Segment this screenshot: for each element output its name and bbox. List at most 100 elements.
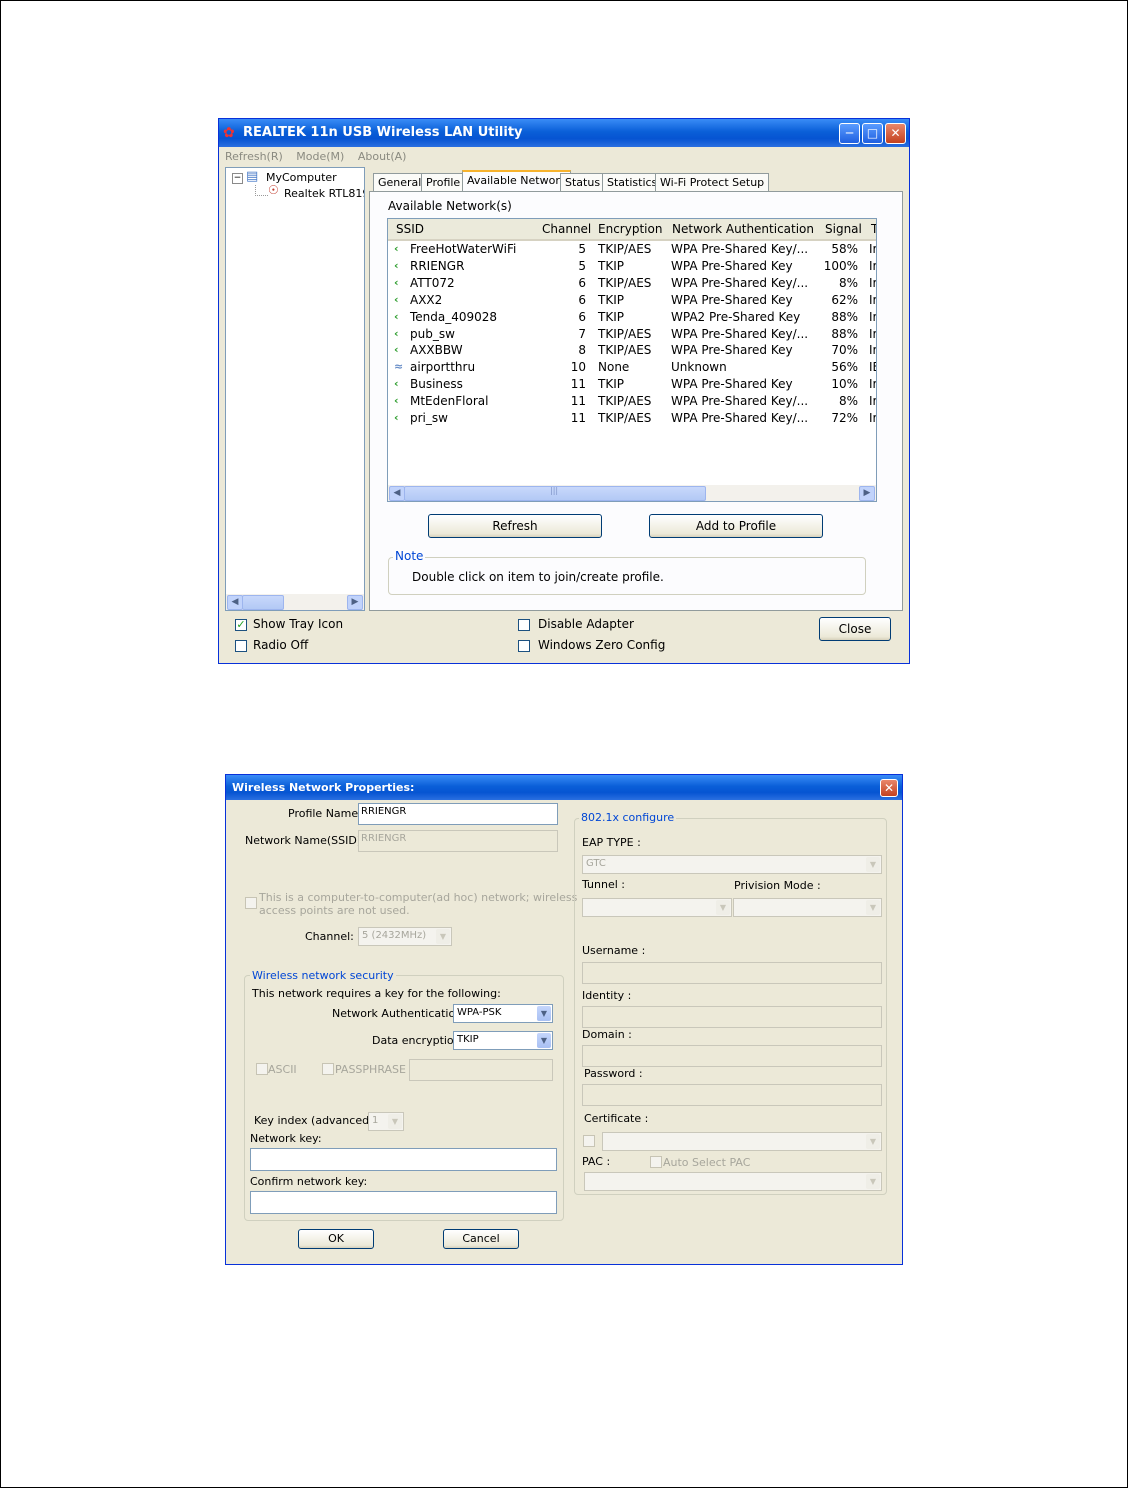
table-row[interactable]: ≈ airportthru 10 None Unknown 56% IE (388, 359, 876, 376)
profile-name-input[interactable]: RRIENGR (358, 803, 558, 825)
list-scroll-thumb[interactable]: ||| (404, 486, 706, 501)
cell-type: Ir (869, 377, 877, 392)
minimize-button[interactable]: ─ (839, 123, 860, 144)
table-row[interactable]: ‹ pub_sw 7 TKIP/AES WPA Pre-Shared Key/... 88… (388, 326, 876, 343)
tree-collapse-icon[interactable]: − (232, 173, 243, 184)
tree-hscrollbar[interactable]: ◀ ▶ (226, 594, 364, 610)
table-row[interactable]: ‹ MtEdenFloral 11 TKIP/AES WPA Pre-Shared Ke… (388, 393, 876, 410)
col-encryption[interactable]: Encryption (598, 222, 662, 236)
cell-signal: 8% (838, 275, 858, 290)
password-label: Password : (584, 1067, 643, 1080)
scroll-right-icon[interactable]: ▶ (859, 486, 875, 501)
tree-child-adapter[interactable]: Realtek RTL8192 (284, 187, 364, 200)
table-row[interactable]: ‹ Tenda_409028 6 TKIP WPA2 Pre-Shared Key 88%… (388, 309, 877, 326)
windows-zero-config-checkbox[interactable] (518, 640, 530, 652)
tree-scroll-thumb[interactable] (242, 595, 284, 610)
tab-general[interactable]: General (373, 173, 427, 191)
tab-statistics[interactable]: Statistics (602, 173, 663, 191)
maximize-icon: □ (866, 126, 879, 140)
adhoc-text-line2: access points are not used. (259, 904, 410, 917)
cell-auth: WPA Pre-Shared Key/... (671, 242, 809, 256)
channel-label: Channel: (305, 930, 354, 943)
disable-adapter-checkbox[interactable] (518, 619, 530, 631)
disable-adapter-label: Disable Adapter (538, 617, 634, 631)
scroll-left-icon[interactable]: ◀ (227, 595, 243, 610)
ok-button[interactable]: OK (298, 1229, 374, 1249)
utility-titlebar[interactable]: ✿ REALTEK 11n USB Wireless LAN Utility (219, 119, 909, 147)
tab-general-label: General (378, 176, 422, 189)
cell-signal: 10% (831, 377, 858, 392)
cell-ssid: FreeHotWaterWiFi (410, 242, 517, 256)
refresh-button[interactable]: Refresh (428, 514, 602, 538)
close-button[interactable]: Close (819, 617, 891, 641)
properties-close-button[interactable]: ✕ (880, 779, 898, 797)
tab-wifi-protect-setup[interactable]: Wi-Fi Protect Setup (655, 173, 770, 191)
cell-ssid: AXX2 (410, 292, 443, 307)
adhoc-text-line1: This is a computer-to-computer(ad hoc) n… (259, 891, 578, 904)
table-row[interactable]: ‹ ATT072 6 TKIP/AES WPA Pre-Shared Key/... 8%… (388, 275, 877, 292)
col-type[interactable]: T (871, 222, 876, 236)
adhoc-checkbox (245, 897, 257, 909)
add-to-profile-button[interactable]: Add to Profile (649, 514, 823, 538)
tab-available-network[interactable]: Available Network (462, 170, 572, 192)
show-tray-icon-checkbox[interactable]: ✓ (235, 619, 247, 631)
scroll-right-icon[interactable]: ▶ (347, 595, 363, 610)
table-row[interactable]: ‹ AXXBBW 8 TKIP/AES WPA Pre-Shared Key 70% Ir (388, 342, 876, 359)
encryption-value: TKIP (457, 1034, 479, 1045)
menu-mode[interactable]: Mode(M) (296, 150, 344, 163)
cell-type: Ir (869, 275, 877, 290)
maximize-button[interactable]: □ (862, 123, 883, 144)
adhoc-icon: ≈ (394, 360, 404, 374)
eap-type-select: GTC ▼ (582, 855, 882, 874)
network-key-input[interactable] (250, 1148, 557, 1171)
tab-status[interactable]: Status (560, 173, 606, 191)
cell-encryption: TKIP (598, 309, 624, 324)
list-hscrollbar[interactable]: ◀ ||| ▶ (388, 485, 876, 501)
table-row[interactable]: ‹ pri_sw 11 TKIP/AES WPA Pre-Shared Key/... 7… (388, 410, 876, 427)
signal-icon: ‹ (394, 275, 399, 289)
cell-auth: WPA Pre-Shared Key (671, 343, 793, 358)
cell-auth: WPA Pre-Shared Key (671, 377, 793, 392)
key-index-value: 1 (372, 1115, 379, 1126)
col-channel[interactable]: Channel (542, 222, 591, 236)
cell-ssid: Business (410, 377, 463, 392)
tab-statistics-label: Statistics (607, 176, 658, 189)
table-row[interactable]: ‹ RRIENGR 5 TKIP WPA Pre-Shared Key 100% Ir (388, 258, 877, 275)
cell-type: Ir (869, 258, 877, 273)
table-row[interactable]: ‹ Business 11 TKIP WPA Pre-Shared Key 10% Ir (388, 376, 877, 393)
tab-profile[interactable]: Profile (421, 173, 466, 191)
cell-encryption: TKIP (598, 292, 624, 307)
network-list-header: SSID Channel Encryption Network Authenti… (388, 219, 876, 241)
scroll-left-icon[interactable]: ◀ (389, 486, 405, 501)
cell-ssid: airportthru (410, 360, 476, 375)
cell-ssid: pub_sw (410, 326, 455, 341)
close-window-button[interactable]: ✕ (885, 123, 906, 144)
cell-type: Ir (869, 309, 877, 324)
security-title: Wireless network security (250, 969, 396, 982)
signal-icon: ‹ (394, 377, 399, 391)
cell-type: IE (869, 360, 876, 375)
col-auth[interactable]: Network Authentication (672, 222, 814, 236)
properties-titlebar[interactable]: Wireless Network Properties: (226, 775, 902, 800)
table-row[interactable]: ‹ FreeHotWaterWiFi 5 TKIP/AES WPA Pre-Shared… (388, 241, 876, 258)
computer-icon: ▤ (246, 169, 259, 184)
available-networks-label: Available Network(s) (388, 199, 512, 213)
ssid-label: Network Name(SSID): (245, 834, 365, 847)
close-icon: ✕ (883, 781, 895, 795)
confirm-key-input[interactable] (250, 1191, 557, 1214)
chevron-down-icon[interactable]: ▼ (537, 1033, 551, 1048)
col-ssid[interactable]: SSID (396, 222, 424, 236)
chevron-down-icon[interactable]: ▼ (537, 1006, 551, 1021)
note-title: Note (393, 549, 426, 563)
cancel-button[interactable]: Cancel (443, 1229, 519, 1249)
password-input (582, 1084, 882, 1106)
auth-select[interactable]: WPA-PSK ▼ (453, 1004, 553, 1023)
radio-off-checkbox[interactable] (235, 640, 247, 652)
table-row[interactable]: ‹ AXX2 6 TKIP WPA Pre-Shared Key 62% Ir (388, 292, 876, 309)
encryption-select[interactable]: TKIP ▼ (453, 1031, 553, 1050)
menu-refresh[interactable]: Refresh(R) (225, 150, 283, 163)
menu-about[interactable]: About(A) (358, 150, 407, 163)
cell-channel: 11 (570, 377, 586, 392)
col-signal[interactable]: Signal (825, 222, 862, 236)
cell-ssid: AXXBBW (410, 343, 463, 358)
